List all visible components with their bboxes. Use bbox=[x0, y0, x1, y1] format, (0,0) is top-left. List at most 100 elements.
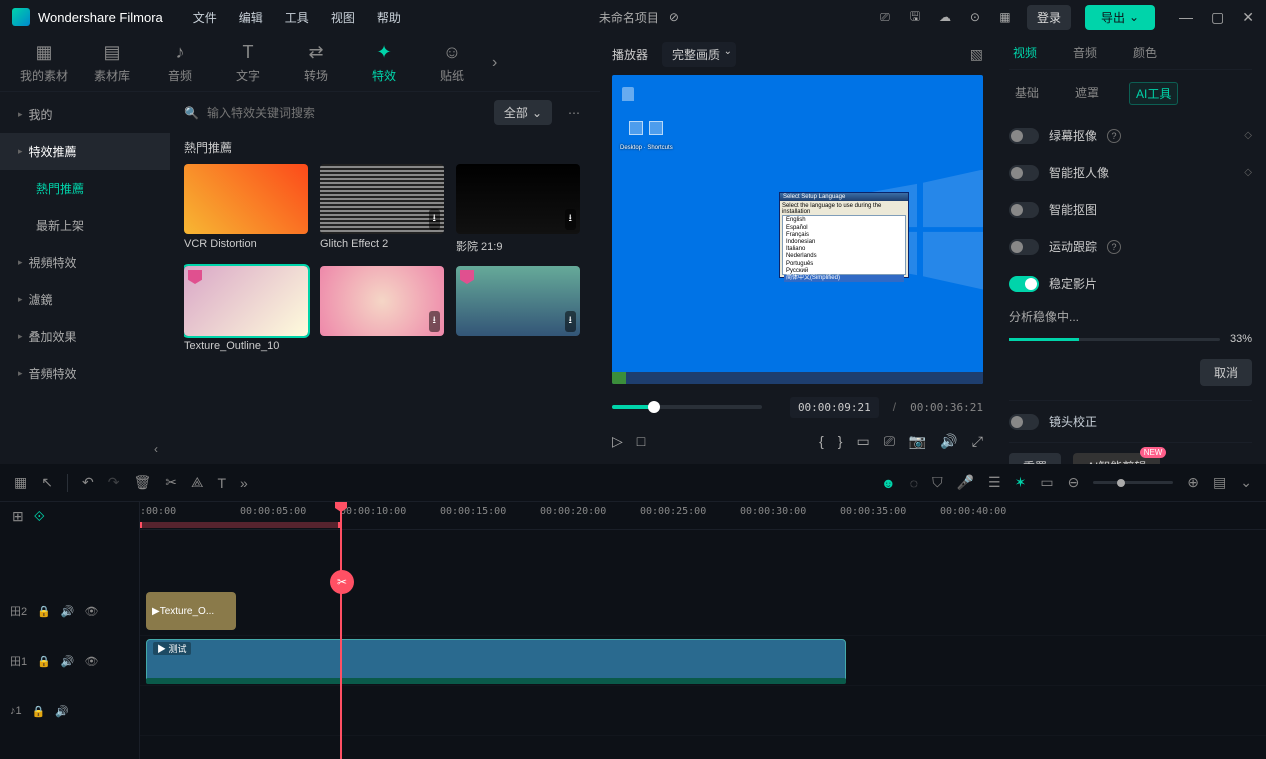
sidebar-item[interactable]: 熱門推薦 bbox=[0, 170, 170, 207]
keyframe-icon[interactable]: ◇ bbox=[1244, 130, 1252, 141]
lens-toggle[interactable] bbox=[1009, 414, 1039, 430]
undo-icon[interactable]: ↶ bbox=[82, 474, 94, 491]
sidebar-item[interactable]: ▸音頻特效 bbox=[0, 355, 170, 392]
toggle-switch[interactable] bbox=[1009, 128, 1039, 144]
track-control-icon[interactable]: 🔊 bbox=[61, 655, 75, 668]
volume-icon[interactable]: 🔊 bbox=[940, 433, 957, 450]
ai-icon[interactable]: ☻ bbox=[881, 475, 896, 491]
fx-clip[interactable]: ▶ Texture_O... bbox=[146, 592, 236, 630]
track-add-icon[interactable]: ⊞ bbox=[12, 508, 24, 525]
effect-card[interactable]: ⭳ bbox=[456, 266, 580, 352]
media-tab-音频[interactable]: ♪音频 bbox=[146, 42, 214, 84]
track-control-icon[interactable]: 🔊 bbox=[55, 705, 69, 718]
filter-dropdown[interactable]: 全部⌄ bbox=[494, 100, 552, 125]
sidebar-item[interactable]: ▸特效推薦 bbox=[0, 133, 170, 170]
snapshot-icon[interactable]: ▧ bbox=[970, 46, 983, 63]
cut-marker-icon[interactable]: ✂ bbox=[330, 570, 354, 594]
menu-edit[interactable]: 编辑 bbox=[239, 9, 263, 26]
quality-dropdown[interactable]: 完整画质 bbox=[662, 42, 736, 67]
subtab-basic[interactable]: 基础 bbox=[1009, 82, 1045, 105]
sidebar-item[interactable]: 最新上架 bbox=[0, 207, 170, 244]
track-control-icon[interactable]: 🔒 bbox=[37, 605, 51, 618]
display-icon[interactable]: ⎚ bbox=[884, 433, 895, 450]
effect-thumb[interactable] bbox=[184, 164, 308, 234]
delete-icon[interactable]: 🗑 bbox=[133, 474, 151, 491]
list-icon[interactable]: ☰ bbox=[988, 474, 1001, 491]
zoom-in-icon[interactable]: ⊕ bbox=[1187, 474, 1199, 491]
fx-track[interactable]: ▶ Texture_O... bbox=[140, 586, 1266, 636]
mark-in-icon[interactable]: { bbox=[819, 433, 824, 449]
tab-video[interactable]: 视频 bbox=[1009, 42, 1041, 63]
play-button[interactable]: ▷ bbox=[612, 433, 623, 450]
cancel-button[interactable]: 取消 bbox=[1200, 359, 1252, 386]
download-icon[interactable]: ⭳ bbox=[429, 209, 441, 230]
fullscreen-icon[interactable]: ⤢ bbox=[972, 433, 983, 450]
sidebar-item[interactable]: ▸我的 bbox=[0, 96, 170, 133]
crop-icon[interactable]: ⟁ bbox=[191, 474, 204, 491]
device-icon[interactable]: ⎚ bbox=[877, 9, 893, 25]
project-title[interactable]: 未命名项目 bbox=[599, 9, 659, 26]
grid-view-icon[interactable]: ▤ bbox=[1213, 474, 1226, 491]
ratio-icon[interactable]: ▭ bbox=[856, 433, 869, 450]
menu-view[interactable]: 视图 bbox=[331, 9, 355, 26]
mark-out-icon[interactable]: } bbox=[838, 433, 843, 449]
video-track[interactable]: ▶ 测试 bbox=[140, 636, 1266, 686]
download-icon[interactable]: ⭳ bbox=[565, 311, 577, 332]
layout-icon[interactable]: ▦ bbox=[14, 474, 27, 491]
pointer-icon[interactable]: ↖ bbox=[41, 474, 53, 491]
media-tab-特效[interactable]: ✦特效 bbox=[350, 42, 418, 84]
current-time[interactable]: 00:00:09:21 bbox=[790, 397, 879, 418]
sidebar-item[interactable]: ▸叠加效果 bbox=[0, 318, 170, 355]
effect-thumb[interactable]: ⭳ bbox=[456, 164, 580, 234]
track-control-icon[interactable]: 👁 bbox=[85, 605, 99, 618]
track-control-icon[interactable]: 🔊 bbox=[61, 605, 75, 618]
search-input[interactable] bbox=[207, 106, 484, 120]
ai-edit-button[interactable]: AI智能剪辑NEW bbox=[1073, 453, 1160, 464]
speed-icon[interactable]: ◌ bbox=[910, 475, 918, 491]
more-button[interactable]: ⋯ bbox=[562, 106, 586, 120]
subtab-ai[interactable]: AI工具 bbox=[1129, 82, 1178, 105]
frame-icon[interactable]: ▭ bbox=[1040, 474, 1053, 491]
cut-icon[interactable]: ✂ bbox=[165, 474, 177, 491]
export-button[interactable]: 导出⌄ bbox=[1085, 5, 1155, 30]
collapse-sidebar-button[interactable]: ‹ bbox=[0, 434, 170, 464]
chevron-down-icon[interactable]: ⌄ bbox=[1240, 474, 1252, 491]
download-icon[interactable]: ⭳ bbox=[565, 209, 577, 230]
sidebar-item[interactable]: ▸視頻特效 bbox=[0, 244, 170, 281]
track-control-icon[interactable]: 🔒 bbox=[37, 655, 51, 668]
toggle-switch[interactable] bbox=[1009, 239, 1039, 255]
zoom-out-icon[interactable]: ⊖ bbox=[1068, 474, 1080, 491]
sidebar-item[interactable]: ▸濾鏡 bbox=[0, 281, 170, 318]
menu-file[interactable]: 文件 bbox=[193, 9, 217, 26]
help-icon[interactable]: ? bbox=[1107, 240, 1121, 254]
apps-icon[interactable]: ▦ bbox=[997, 9, 1013, 25]
audio-track[interactable] bbox=[140, 686, 1266, 736]
menu-tools[interactable]: 工具 bbox=[285, 9, 309, 26]
headset-icon[interactable]: ⊙ bbox=[967, 9, 983, 25]
toggle-switch[interactable] bbox=[1009, 202, 1039, 218]
effect-card[interactable]: ⭳Glitch Effect 2 bbox=[320, 164, 444, 254]
stop-button[interactable]: □ bbox=[637, 433, 645, 449]
scrub-track[interactable] bbox=[612, 405, 762, 409]
subtab-mask[interactable]: 遮罩 bbox=[1069, 82, 1105, 105]
effect-thumb[interactable] bbox=[184, 266, 308, 336]
maximize-button[interactable]: ▢ bbox=[1211, 9, 1224, 26]
shield-icon[interactable]: ⛉ bbox=[932, 474, 943, 491]
redo-icon[interactable]: ↷ bbox=[108, 474, 120, 491]
track-control-icon[interactable]: 👁 bbox=[85, 655, 99, 668]
timeline-ruler[interactable]: :00:0000:00:05:0000:00:10:0000:00:15:000… bbox=[140, 502, 1266, 530]
media-tab-贴纸[interactable]: ☺贴纸 bbox=[418, 42, 486, 84]
effect-card[interactable]: VCR Distortion bbox=[184, 164, 308, 254]
media-tab-我的素材[interactable]: ▦我的素材 bbox=[10, 42, 78, 84]
effect-card[interactable]: Texture_Outline_10 bbox=[184, 266, 308, 352]
help-icon[interactable]: ? bbox=[1107, 129, 1121, 143]
text-icon[interactable]: T bbox=[217, 475, 226, 491]
mic-icon[interactable]: 🎤 bbox=[957, 474, 974, 491]
save-icon[interactable]: 🖫 bbox=[907, 9, 923, 25]
login-button[interactable]: 登录 bbox=[1027, 5, 1071, 30]
more-tools-icon[interactable]: » bbox=[240, 475, 248, 491]
link-icon[interactable]: ⟐ bbox=[34, 508, 45, 525]
media-tab-转场[interactable]: ⇄转场 bbox=[282, 42, 350, 84]
tab-audio[interactable]: 音频 bbox=[1069, 42, 1101, 63]
effect-card[interactable]: ⭳影院 21:9 bbox=[456, 164, 580, 254]
